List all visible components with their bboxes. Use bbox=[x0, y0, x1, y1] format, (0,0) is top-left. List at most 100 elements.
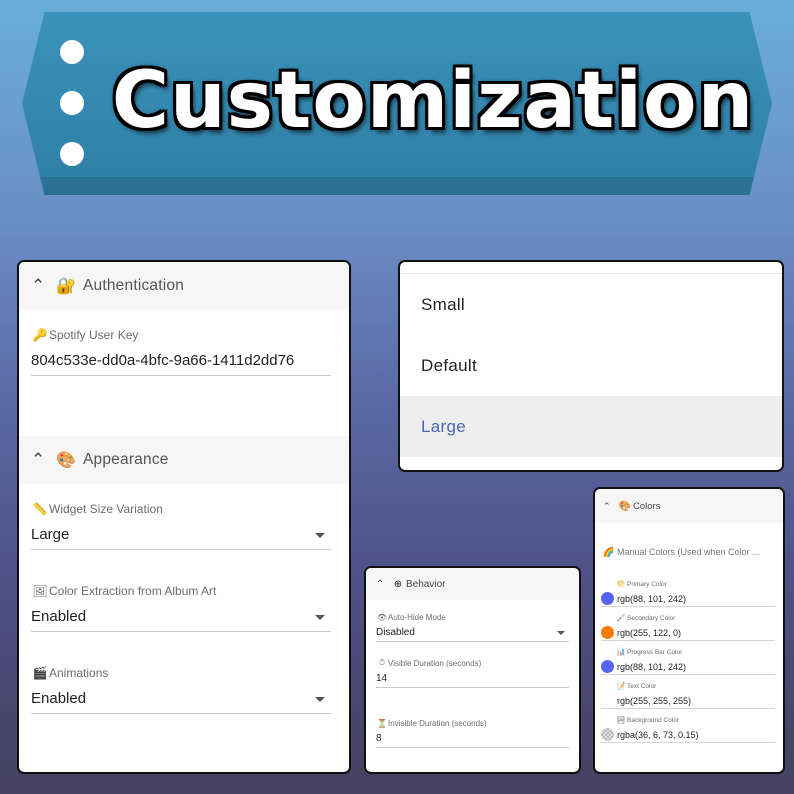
section-title-appearance: Appearance bbox=[83, 451, 169, 468]
secondary-color-input[interactable]: rgb(255, 122, 0) bbox=[601, 625, 775, 641]
color-swatch[interactable] bbox=[601, 626, 614, 639]
chevron-up-icon[interactable]: ⌃ bbox=[31, 276, 53, 296]
behavior-panel: ⌃ ⊕ Behavior 👁 Auto-Hide Mode Disabled ⏱… bbox=[364, 566, 581, 774]
text-color-label: Text Color bbox=[627, 682, 657, 690]
secondary-color-label: Secondary Color bbox=[627, 614, 676, 622]
text-color-input[interactable]: rgb(255, 255, 255) bbox=[601, 693, 775, 709]
picture-icon: 🖼 bbox=[32, 584, 48, 598]
settings-panel-main: ⌃ 🔐 Authentication 🔑 Spotify User Key 80… bbox=[17, 260, 351, 774]
lock-key-icon: 🔐 bbox=[56, 278, 76, 295]
text-color-value: rgb(255, 255, 255) bbox=[617, 695, 692, 706]
field-label: ⏱ Visible Duration (seconds) bbox=[376, 656, 569, 670]
invisible-duration-field: ⏳ Invisible Duration (seconds) 8 bbox=[366, 688, 579, 748]
background-color-field: 🏞 Background Color rgba(36, 6, 73, 0.15) bbox=[595, 709, 783, 743]
field-label: ⏳ Invisible Duration (seconds) bbox=[376, 716, 569, 730]
rainbow-icon: 🌈 bbox=[603, 546, 615, 557]
text-color-field: 📝 Text Color rgb(255, 255, 255) bbox=[595, 675, 783, 709]
color-swatch[interactable] bbox=[601, 660, 614, 673]
sun-icon: 🌕 bbox=[616, 581, 626, 588]
colors-panel: ⌃ 🎨 Colors 🌈 Manual Colors (Used when Co… bbox=[593, 487, 785, 774]
animations-field: 🎬 Animations Enabled bbox=[19, 632, 349, 714]
banner-hole bbox=[60, 91, 84, 115]
menu-top-divider bbox=[400, 262, 782, 274]
progress-bar-color-field: 📊 Progress Bar Color rgb(88, 101, 242) bbox=[595, 641, 783, 675]
widget-size-value: Large bbox=[31, 526, 70, 543]
color-extraction-value: Enabled bbox=[31, 608, 87, 625]
landscape-icon: 🏞 bbox=[616, 717, 626, 724]
bar-chart-icon: 📊 bbox=[616, 649, 626, 656]
field-label: 🏞 Background Color bbox=[601, 713, 775, 727]
dropdown-option-large[interactable]: Large bbox=[400, 396, 782, 457]
primary-color-label: Primary Color bbox=[627, 580, 667, 588]
visible-duration-input[interactable]: 14 bbox=[376, 670, 569, 688]
progress-bar-color-input[interactable]: rgb(88, 101, 242) bbox=[601, 659, 775, 675]
primary-color-input[interactable]: rgb(88, 101, 242) bbox=[601, 591, 775, 607]
spotify-user-key-label: Spotify User Key bbox=[49, 328, 139, 342]
color-swatch[interactable] bbox=[601, 728, 614, 741]
auto-hide-value: Disabled bbox=[376, 627, 415, 638]
invisible-duration-input[interactable]: 8 bbox=[376, 730, 569, 748]
dropdown-arrow-icon bbox=[315, 614, 325, 620]
color-extraction-select[interactable]: Enabled bbox=[31, 602, 331, 632]
auto-hide-select[interactable]: Disabled bbox=[376, 624, 569, 642]
field-label: 🔑 Spotify User Key bbox=[31, 324, 331, 346]
background-color-label: Background Color bbox=[627, 716, 680, 724]
manual-colors-text: Manual Colors (Used when Color ... bbox=[617, 547, 760, 557]
section-header-appearance[interactable]: ⌃ 🎨 Appearance bbox=[19, 436, 349, 484]
palette-icon: 🎨 bbox=[618, 500, 632, 512]
stopwatch-icon: ⏱ bbox=[378, 658, 386, 667]
clapper-icon: 🎬 bbox=[32, 666, 48, 680]
widget-size-label: Widget Size Variation bbox=[49, 502, 163, 516]
chevron-up-icon[interactable]: ⌃ bbox=[376, 579, 390, 590]
section-header-behavior[interactable]: ⌃ ⊕ Behavior bbox=[366, 568, 579, 600]
visible-duration-field: ⏱ Visible Duration (seconds) 14 bbox=[366, 642, 579, 688]
background-color-input[interactable]: rgba(36, 6, 73, 0.15) bbox=[601, 727, 775, 743]
invisible-duration-label: Invisible Duration (seconds) bbox=[388, 718, 487, 728]
animations-value: Enabled bbox=[31, 690, 87, 707]
manual-colors-label: 🌈 Manual Colors (Used when Color ... bbox=[595, 537, 783, 567]
ruler-icon: 📏 bbox=[32, 502, 48, 516]
auto-hide-field: 👁 Auto-Hide Mode Disabled bbox=[366, 600, 579, 642]
color-swatch[interactable] bbox=[601, 694, 614, 707]
widget-size-field: 📏 Widget Size Variation Large bbox=[19, 484, 349, 550]
field-label: 👁 Auto-Hide Mode bbox=[376, 610, 569, 624]
dropdown-option-small[interactable]: Small bbox=[400, 274, 782, 335]
section-title-authentication: Authentication bbox=[83, 277, 185, 294]
field-label: 📝 Text Color bbox=[601, 679, 775, 693]
title-banner: Customization bbox=[22, 12, 772, 195]
field-label: 🖼 Color Extraction from Album Art bbox=[31, 580, 331, 602]
spotify-user-key-input[interactable]: 804c533e-dd0a-4bfc-9a66-1411d2dd76 bbox=[31, 346, 331, 376]
dropdown-arrow-icon bbox=[557, 630, 565, 635]
eye-icon: 👁 bbox=[376, 612, 388, 622]
widget-size-select[interactable]: Large bbox=[31, 520, 331, 550]
animations-label: Animations bbox=[49, 666, 109, 680]
memo-icon: 📝 bbox=[616, 683, 626, 690]
banner-title: Customization bbox=[111, 56, 755, 146]
dropdown-option-default[interactable]: Default bbox=[400, 335, 782, 396]
progress-bar-color-label: Progress Bar Color bbox=[627, 648, 683, 656]
color-extraction-field: 🖼 Color Extraction from Album Art Enable… bbox=[19, 550, 349, 632]
progress-bar-color-value: rgb(88, 101, 242) bbox=[617, 661, 687, 672]
dropdown-arrow-icon bbox=[315, 696, 325, 702]
section-header-authentication[interactable]: ⌃ 🔐 Authentication bbox=[19, 262, 349, 310]
secondary-color-value: rgb(255, 122, 0) bbox=[617, 627, 682, 638]
color-swatch[interactable] bbox=[601, 592, 614, 605]
chevron-up-icon[interactable]: ⌃ bbox=[603, 501, 617, 512]
field-label: 📏 Widget Size Variation bbox=[31, 498, 331, 520]
section-header-colors[interactable]: ⌃ 🎨 Colors bbox=[595, 489, 783, 523]
primary-color-field: 🌕 Primary Color rgb(88, 101, 242) bbox=[595, 577, 783, 607]
chevron-up-icon[interactable]: ⌃ bbox=[31, 450, 53, 470]
color-extraction-label: Color Extraction from Album Art bbox=[49, 584, 217, 598]
spotify-user-key-field: 🔑 Spotify User Key 804c533e-dd0a-4bfc-9a… bbox=[19, 310, 349, 376]
animations-select[interactable]: Enabled bbox=[31, 684, 331, 714]
auto-hide-label: Auto-Hide Mode bbox=[388, 612, 446, 622]
brush-icon: 🖌 bbox=[616, 615, 626, 622]
key-icon: 🔑 bbox=[32, 328, 48, 342]
section-title-colors: Colors bbox=[633, 500, 661, 512]
plus-circle-icon: ⊕ bbox=[393, 578, 403, 590]
field-label: 📊 Progress Bar Color bbox=[601, 645, 775, 659]
field-label: 🌕 Primary Color bbox=[601, 577, 775, 591]
